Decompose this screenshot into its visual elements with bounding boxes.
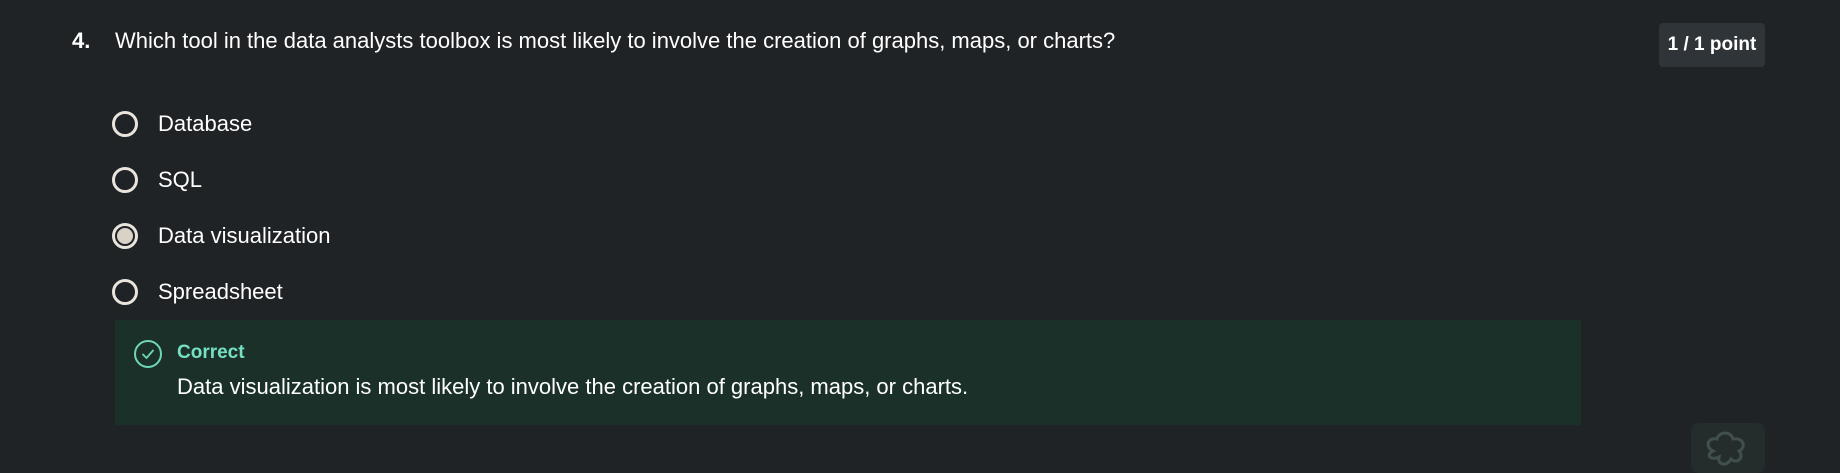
question-number: 4.: [72, 28, 91, 53]
option-database[interactable]: Database: [112, 96, 330, 152]
assistant-button[interactable]: [1691, 423, 1765, 473]
option-sql[interactable]: SQL: [112, 152, 330, 208]
assistant-icon: [1706, 431, 1745, 466]
option-data-visualization[interactable]: Data visualization: [112, 208, 330, 264]
radio-button-selected[interactable]: [112, 223, 138, 249]
check-circle-icon: [134, 340, 162, 368]
option-label: SQL: [158, 167, 203, 192]
option-spreadsheet[interactable]: Spreadsheet: [112, 264, 330, 320]
feedback-panel: Correct Data visualization is most likel…: [115, 320, 1581, 425]
feedback-message: Data visualization is most likely to inv…: [177, 374, 969, 399]
radio-button[interactable]: [112, 167, 138, 193]
radio-button[interactable]: [112, 279, 138, 305]
score-badge: 1 / 1 point: [1659, 23, 1765, 67]
answer-options: Database SQL Data visualization Spreadsh…: [112, 96, 330, 320]
question-text: Which tool in the data analysts toolbox …: [115, 28, 1116, 53]
option-label: Data visualization: [158, 223, 331, 248]
option-label: Database: [158, 111, 253, 136]
option-label: Spreadsheet: [158, 279, 283, 304]
feedback-status: Correct: [177, 342, 245, 363]
radio-button[interactable]: [112, 111, 138, 137]
question-row: 4. Which tool in the data analysts toolb…: [72, 28, 1115, 54]
